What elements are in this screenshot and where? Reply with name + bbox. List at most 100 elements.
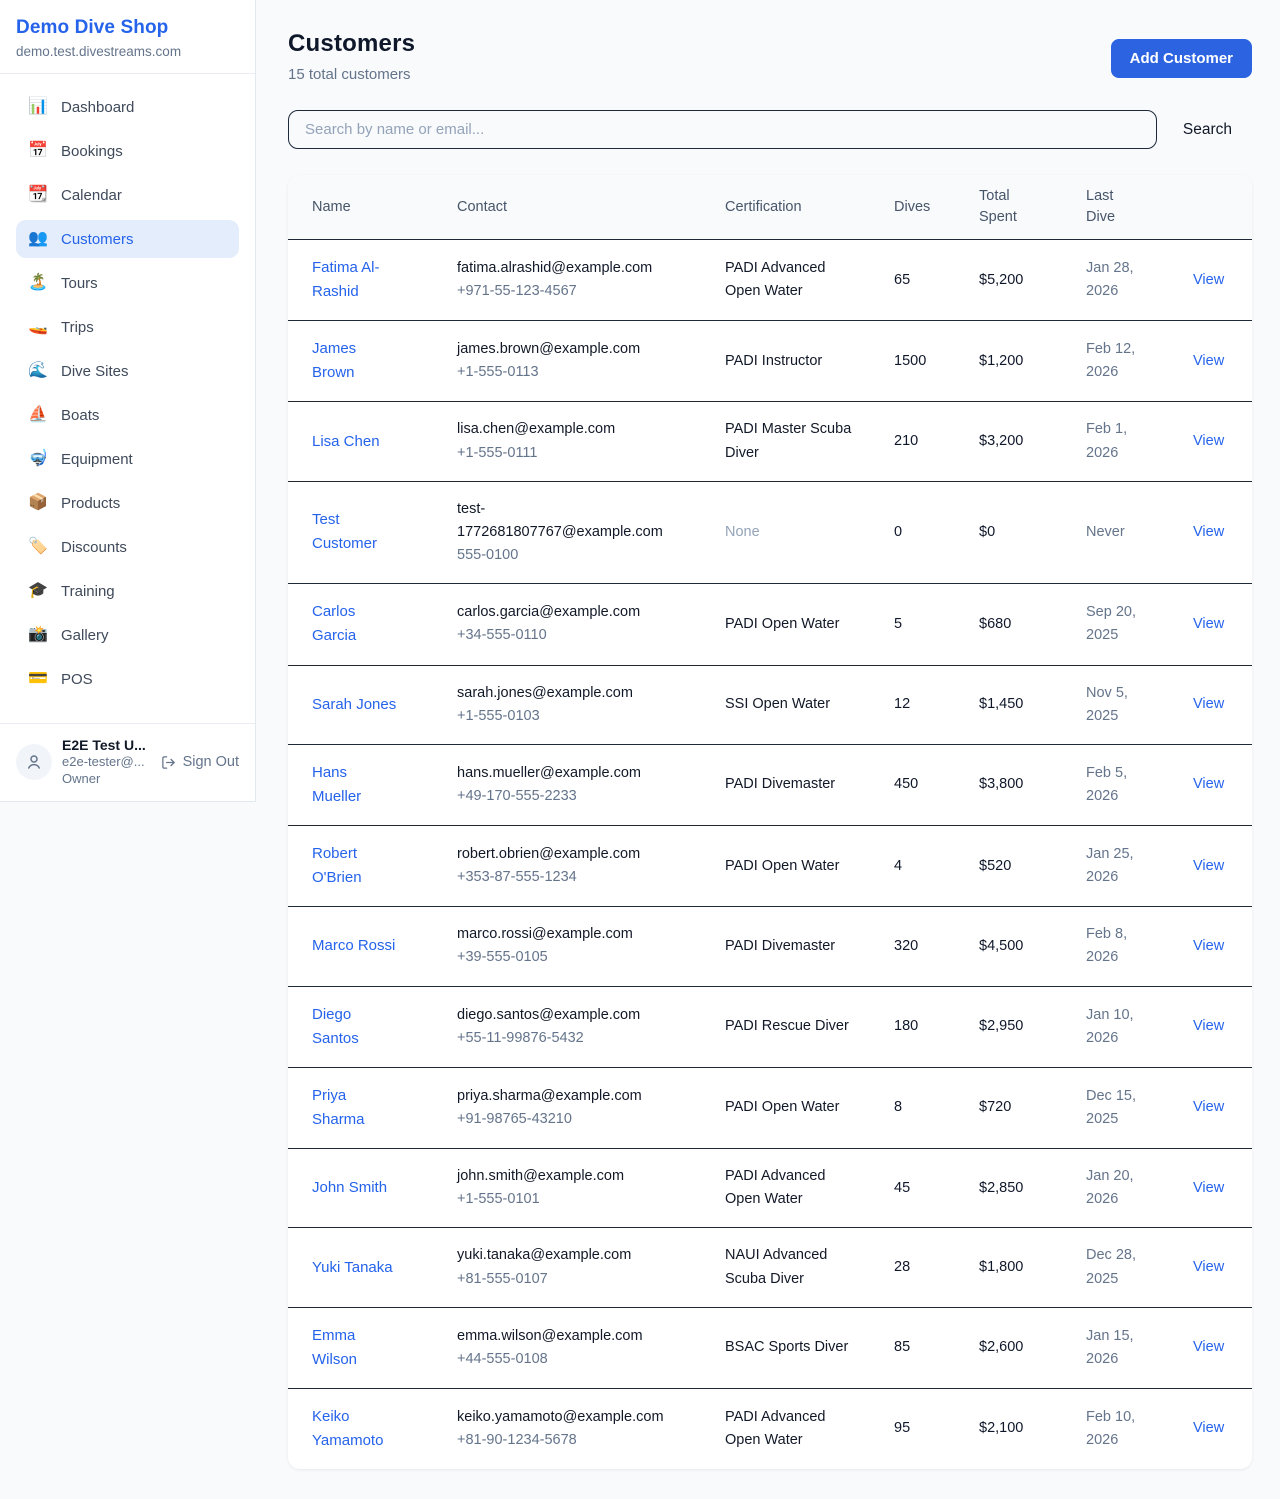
sidebar-item-training[interactable]: 🎓 Training bbox=[16, 572, 239, 610]
customer-name-link[interactable]: Test Customer bbox=[312, 508, 400, 556]
customer-email: james.brown@example.com bbox=[457, 338, 689, 361]
sidebar-item-pos[interactable]: 💳 POS bbox=[16, 660, 239, 698]
sidebar-item-dive-sites[interactable]: 🌊 Dive Sites bbox=[16, 352, 239, 390]
equipment-icon: 🤿 bbox=[28, 451, 48, 467]
view-link[interactable]: View bbox=[1193, 1259, 1224, 1275]
brand-name: Demo Dive Shop bbox=[16, 17, 239, 39]
customer-name-link[interactable]: Fatima Al-Rashid bbox=[312, 256, 400, 304]
customer-total-spent: $520 bbox=[955, 826, 1062, 907]
customer-total-spent: $1,800 bbox=[955, 1228, 1062, 1307]
view-link[interactable]: View bbox=[1193, 616, 1224, 632]
user-section: E2E Test U... e2e-tester@... Owner Sign … bbox=[0, 723, 255, 801]
customer-name-link[interactable]: Marco Rossi bbox=[312, 934, 395, 958]
customer-email: sarah.jones@example.com bbox=[457, 682, 689, 705]
customer-name-link[interactable]: Robert O'Brien bbox=[312, 842, 400, 890]
search-button[interactable]: Search bbox=[1163, 113, 1252, 147]
sidebar-item-bookings[interactable]: 📅 Bookings bbox=[16, 132, 239, 170]
table-row: James Brown james.brown@example.com+1-55… bbox=[288, 321, 1252, 402]
sidebar-item-label: Discounts bbox=[61, 539, 127, 556]
customer-phone: +1-555-0113 bbox=[457, 361, 689, 384]
dashboard-icon: 📊 bbox=[28, 99, 48, 115]
customer-total-spent: $0 bbox=[955, 481, 1062, 584]
customer-last-dive: Never bbox=[1062, 481, 1169, 584]
sidebar-item-customers[interactable]: 👥 Customers bbox=[16, 220, 239, 258]
view-link[interactable]: View bbox=[1193, 1018, 1224, 1034]
view-link[interactable]: View bbox=[1193, 1420, 1224, 1436]
view-link[interactable]: View bbox=[1193, 938, 1224, 954]
view-link[interactable]: View bbox=[1193, 776, 1224, 792]
sidebar-item-discounts[interactable]: 🏷️ Discounts bbox=[16, 528, 239, 566]
customer-phone: +34-555-0110 bbox=[457, 624, 689, 647]
table-row: Yuki Tanaka yuki.tanaka@example.com+81-5… bbox=[288, 1228, 1252, 1307]
table-header-row: Name Contact Certification Dives Total S… bbox=[288, 175, 1252, 240]
customer-name-link[interactable]: Diego Santos bbox=[312, 1003, 400, 1051]
customer-name-link[interactable]: Sarah Jones bbox=[312, 693, 396, 717]
view-link[interactable]: View bbox=[1193, 696, 1224, 712]
customer-name-link[interactable]: John Smith bbox=[312, 1176, 387, 1200]
bookings-icon: 📅 bbox=[28, 143, 48, 159]
dive-sites-icon: 🌊 bbox=[28, 363, 48, 379]
customer-total-spent: $2,850 bbox=[955, 1149, 1062, 1228]
page-subtitle: 15 total customers bbox=[288, 66, 415, 83]
sign-out-button[interactable]: Sign Out bbox=[161, 754, 239, 770]
sidebar-item-calendar[interactable]: 📆 Calendar bbox=[16, 176, 239, 214]
search-input[interactable] bbox=[288, 110, 1157, 149]
customer-total-spent: $1,200 bbox=[955, 321, 1062, 402]
sidebar-item-label: Dive Sites bbox=[61, 363, 129, 380]
add-customer-button[interactable]: Add Customer bbox=[1111, 39, 1252, 78]
sidebar-item-dashboard[interactable]: 📊 Dashboard bbox=[16, 88, 239, 126]
app-root: Demo Dive Shop demo.test.divestreams.com… bbox=[0, 0, 1280, 1499]
sidebar-item-equipment[interactable]: 🤿 Equipment bbox=[16, 440, 239, 478]
sidebar-item-trips[interactable]: 🚤 Trips bbox=[16, 308, 239, 346]
customer-name-link[interactable]: Priya Sharma bbox=[312, 1084, 400, 1132]
customer-name-link[interactable]: Carlos Garcia bbox=[312, 600, 400, 648]
sidebar-item-gallery[interactable]: 📸 Gallery bbox=[16, 616, 239, 654]
view-link[interactable]: View bbox=[1193, 1180, 1224, 1196]
customer-total-spent: $2,100 bbox=[955, 1388, 1062, 1469]
user-info: E2E Test U... e2e-tester@... Owner bbox=[62, 737, 146, 788]
view-link[interactable]: View bbox=[1193, 524, 1224, 540]
customer-certification: PADI Advanced Open Water bbox=[701, 1388, 870, 1469]
customer-name-link[interactable]: Yuki Tanaka bbox=[312, 1256, 393, 1280]
sidebar-nav: 📊 Dashboard 📅 Bookings 📆 Calendar 👥 Cust… bbox=[0, 74, 255, 723]
customer-last-dive: Feb 10, 2026 bbox=[1062, 1388, 1169, 1469]
sidebar-item-tours[interactable]: 🏝️ Tours bbox=[16, 264, 239, 302]
main-content: Customers 15 total customers Add Custome… bbox=[256, 0, 1280, 1499]
column-header-contact: Contact bbox=[433, 175, 701, 240]
person-icon bbox=[25, 753, 43, 771]
customer-email: diego.santos@example.com bbox=[457, 1004, 689, 1027]
customer-certification: PADI Instructor bbox=[701, 321, 870, 402]
table-row: Robert O'Brien robert.obrien@example.com… bbox=[288, 826, 1252, 907]
view-link[interactable]: View bbox=[1193, 433, 1224, 449]
tours-icon: 🏝️ bbox=[28, 275, 48, 291]
customer-email: carlos.garcia@example.com bbox=[457, 601, 689, 624]
customer-total-spent: $3,800 bbox=[955, 744, 1062, 825]
calendar-icon: 📆 bbox=[28, 187, 48, 203]
view-link[interactable]: View bbox=[1193, 353, 1224, 369]
customer-dives: 320 bbox=[870, 907, 955, 986]
search-bar: Search bbox=[288, 110, 1252, 149]
customer-total-spent: $3,200 bbox=[955, 402, 1062, 481]
customer-name-link[interactable]: James Brown bbox=[312, 337, 400, 385]
customer-name-link[interactable]: Hans Mueller bbox=[312, 761, 400, 809]
column-header-total-spent: Total Spent bbox=[955, 175, 1062, 240]
customer-total-spent: $1,450 bbox=[955, 665, 1062, 744]
view-link[interactable]: View bbox=[1193, 858, 1224, 874]
customer-certification: BSAC Sports Diver bbox=[701, 1307, 870, 1388]
customer-name-link[interactable]: Keiko Yamamoto bbox=[312, 1405, 400, 1453]
customer-dives: 95 bbox=[870, 1388, 955, 1469]
sidebar-item-products[interactable]: 📦 Products bbox=[16, 484, 239, 522]
sidebar-item-boats[interactable]: ⛵ Boats bbox=[16, 396, 239, 434]
view-link[interactable]: View bbox=[1193, 1099, 1224, 1115]
view-link[interactable]: View bbox=[1193, 1339, 1224, 1355]
page-title: Customers bbox=[288, 30, 415, 58]
customer-name-link[interactable]: Lisa Chen bbox=[312, 430, 380, 454]
customer-last-dive: Feb 5, 2026 bbox=[1062, 744, 1169, 825]
customer-certification: PADI Advanced Open Water bbox=[701, 1149, 870, 1228]
customer-total-spent: $2,950 bbox=[955, 986, 1062, 1067]
customer-last-dive: Feb 12, 2026 bbox=[1062, 321, 1169, 402]
table-row: Lisa Chen lisa.chen@example.com+1-555-01… bbox=[288, 402, 1252, 481]
customer-name-link[interactable]: Emma Wilson bbox=[312, 1324, 400, 1372]
customer-dives: 65 bbox=[870, 240, 955, 321]
view-link[interactable]: View bbox=[1193, 272, 1224, 288]
